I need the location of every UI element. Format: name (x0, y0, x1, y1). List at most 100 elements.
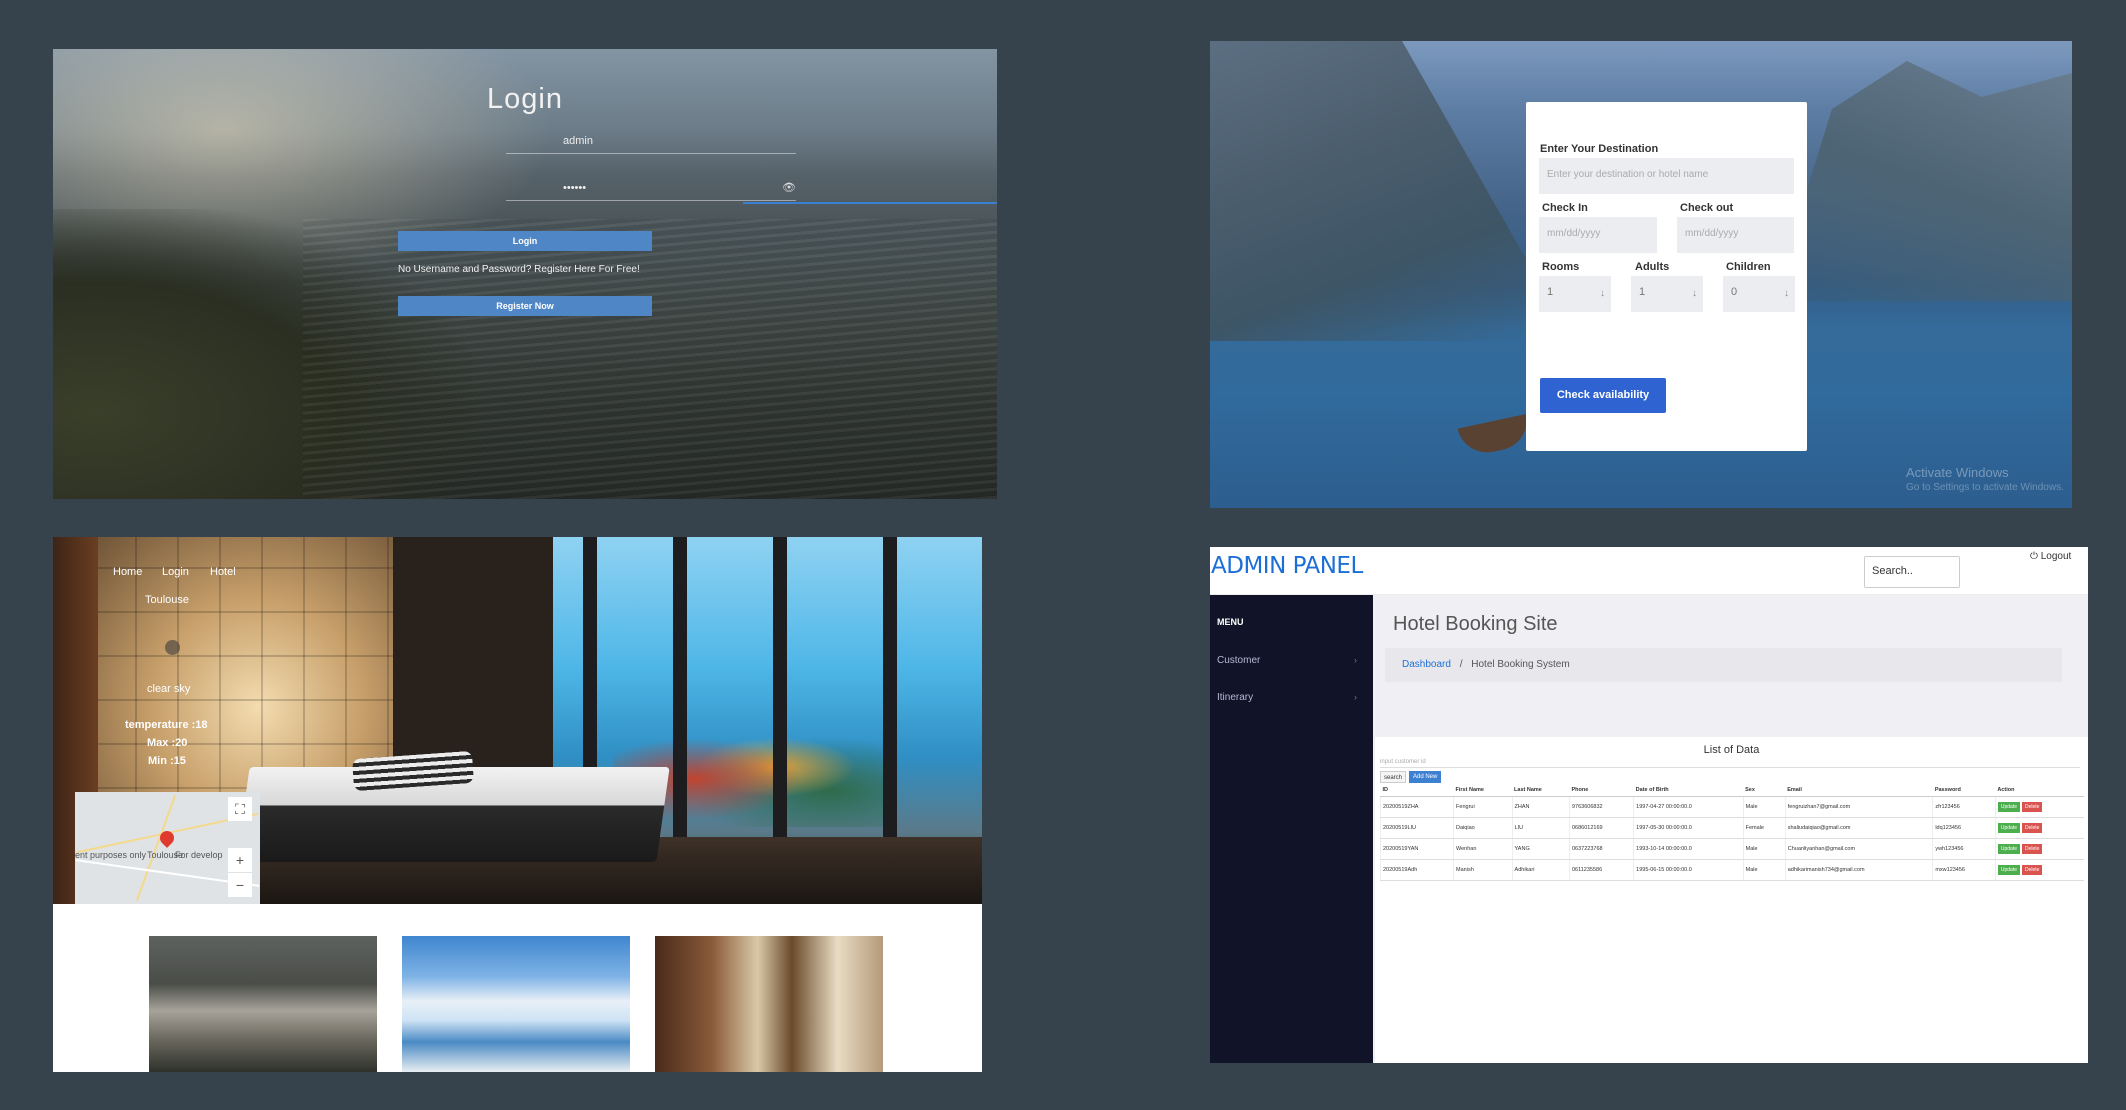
weather-icon (165, 640, 180, 655)
nav-home[interactable]: Home (113, 566, 142, 578)
hotel-thumbnail[interactable] (655, 936, 883, 1072)
arrow-down-icon: ↓ (1784, 288, 1789, 299)
check-availability-button[interactable]: Check availability (1540, 378, 1666, 413)
destination-input[interactable]: Enter your destination or hotel name (1539, 158, 1794, 194)
update-button[interactable]: Update (1997, 865, 2020, 875)
hotel-thumbnail[interactable] (402, 936, 630, 1072)
rooms-select[interactable]: 1 ↓ (1539, 276, 1611, 312)
focus-underline (743, 202, 997, 204)
checkin-input[interactable]: mm/dd/yyyy (1539, 217, 1657, 253)
column-header: Phone (1569, 784, 1634, 797)
action-cell: Update Delete (1994, 796, 2084, 818)
admin-brand[interactable]: ADMIN PANEL (1211, 553, 1363, 579)
checkout-label: Check out (1680, 202, 1734, 214)
breadcrumb-separator: / (1459, 659, 1463, 670)
eye-icon[interactable]: 👁 (782, 181, 796, 194)
nav-login[interactable]: Login (162, 566, 189, 578)
table-cell: 0637223768 (1568, 838, 1634, 860)
power-icon: ⏻ (2030, 551, 2041, 562)
table-cell: fengruizhan7@gmail.com (1784, 796, 1933, 818)
logout-label: Logout (2040, 551, 2072, 562)
logout-link[interactable]: ⏻ Logout (2030, 551, 2071, 562)
table-cell: Male (1742, 859, 1786, 881)
arrow-down-icon: ↓ (1692, 288, 1697, 299)
table-row: 20200519ZHA Fengrui ZHAN 9763606832 1997… (1379, 796, 2084, 818)
table-cell: 1997-05-30 00:00:00.0 (1633, 817, 1744, 839)
sidebar-item-itinerary[interactable]: Itinerary › (1217, 692, 1357, 703)
menu-title: MENU (1217, 617, 1244, 627)
hero-image: Home Login Hotel Toulouse clear sky temp… (53, 537, 982, 904)
fullscreen-icon[interactable]: ⛶ (228, 797, 252, 821)
weather-min: Min :15 (148, 755, 186, 767)
booking-form: Enter Your Destination Enter your destin… (1526, 102, 1807, 451)
table-cell: Daiqiao (1453, 817, 1513, 839)
update-button[interactable]: Update (1997, 844, 2020, 854)
table-cell: 0686012169 (1568, 817, 1634, 839)
update-button[interactable]: Update (1997, 823, 2020, 833)
table-header-row: ID First Name Last Name Phone Date of Bi… (1380, 784, 2084, 797)
register-button[interactable]: Register Now (398, 296, 652, 316)
table-cell: 0611235586 (1568, 859, 1634, 881)
table-cell: ywh123456 (1932, 838, 1996, 860)
table-cell: 20200519ZHA (1379, 796, 1454, 818)
add-new-button[interactable]: Add New (1409, 771, 1442, 783)
adults-label: Adults (1635, 261, 1670, 273)
column-header: First Name (1453, 784, 1513, 797)
adults-select[interactable]: 1 ↓ (1631, 276, 1703, 312)
chevron-right-icon: › (1354, 655, 1357, 665)
update-button[interactable]: Update (1997, 802, 2020, 812)
checkin-label: Check In (1542, 202, 1588, 214)
window-frame (883, 537, 897, 857)
username-field[interactable]: admin (506, 135, 796, 154)
column-header: Date of Birth (1633, 784, 1744, 797)
zoom-in-button[interactable]: + (228, 848, 252, 872)
action-cell: Update Delete (1994, 859, 2084, 881)
sidebar: MENU Customer › Itinerary › (1210, 595, 1373, 1063)
search-button[interactable]: search (1380, 771, 1407, 783)
boat-image (1457, 414, 1533, 458)
map-dev-note-right: For develop (175, 850, 223, 860)
hotel-thumbnail[interactable] (149, 936, 377, 1072)
map-widget[interactable]: Toulouse ent purposes only For develop ⛶… (75, 792, 260, 904)
table-cell: LIU (1511, 817, 1570, 839)
adults-value: 1 (1639, 286, 1646, 298)
delete-button[interactable]: Delete (2022, 823, 2043, 833)
table-row: 20200519YAN Wenhan YANG 0637223768 1993-… (1379, 838, 2084, 860)
login-button[interactable]: Login (398, 231, 652, 251)
search-input[interactable]: Search.. (1864, 556, 1960, 588)
nav-hotel[interactable]: Hotel (210, 566, 236, 578)
admin-header: ADMIN PANEL Search.. ⏻ Logout (1210, 547, 2088, 595)
data-list: List of Data input customer id search Ad… (1375, 737, 2088, 1063)
register-note: No Username and Password? Register Here … (398, 264, 640, 275)
column-header: ID (1380, 784, 1454, 797)
table-cell: ldq123456 (1932, 817, 1996, 839)
column-header: Action (1995, 784, 2084, 797)
customer-id-input[interactable]: input customer id (1380, 759, 2080, 768)
table-cell: Wenhan (1453, 838, 1513, 860)
delete-button[interactable]: Delete (2022, 865, 2043, 875)
login-screen: Login admin •••••• 👁 Login No Username an… (53, 49, 997, 499)
list-title: List of Data (1703, 744, 1760, 756)
weather-temperature: temperature :18 (125, 719, 208, 731)
breadcrumb-dashboard[interactable]: Dashboard (1402, 659, 1451, 670)
sidebar-item-customer[interactable]: Customer › (1217, 655, 1357, 666)
delete-button[interactable]: Delete (2022, 844, 2043, 854)
password-field[interactable]: •••••• 👁 (506, 182, 796, 201)
breadcrumb-current: Hotel Booking System (1471, 659, 1570, 670)
chevron-right-icon: › (1354, 692, 1357, 702)
admin-screen: ADMIN PANEL Search.. ⏻ Logout MENU Custo… (1210, 547, 2088, 1063)
zoom-out-button[interactable]: − (228, 873, 252, 897)
window-frame (673, 537, 687, 857)
destination-label: Enter Your Destination (1540, 143, 1659, 155)
window-frame (773, 537, 787, 857)
delete-button[interactable]: Delete (2022, 802, 2043, 812)
activation-watermark-sub: Go to Settings to activate Windows. (1906, 482, 2064, 493)
table-cell: Chuanliyanhan@gmail.com (1784, 838, 1933, 860)
children-label: Children (1726, 261, 1771, 273)
checkout-input[interactable]: mm/dd/yyyy (1677, 217, 1794, 253)
table-cell: 1997-04-27 00:00:00.0 (1633, 796, 1744, 818)
table-row: 20200519LIU Daiqiao LIU 0686012169 1997-… (1379, 817, 2084, 839)
column-header: Password (1932, 784, 1996, 797)
children-select[interactable]: 0 ↓ (1723, 276, 1795, 312)
booking-screen: Enter Your Destination Enter your destin… (1210, 41, 2072, 508)
